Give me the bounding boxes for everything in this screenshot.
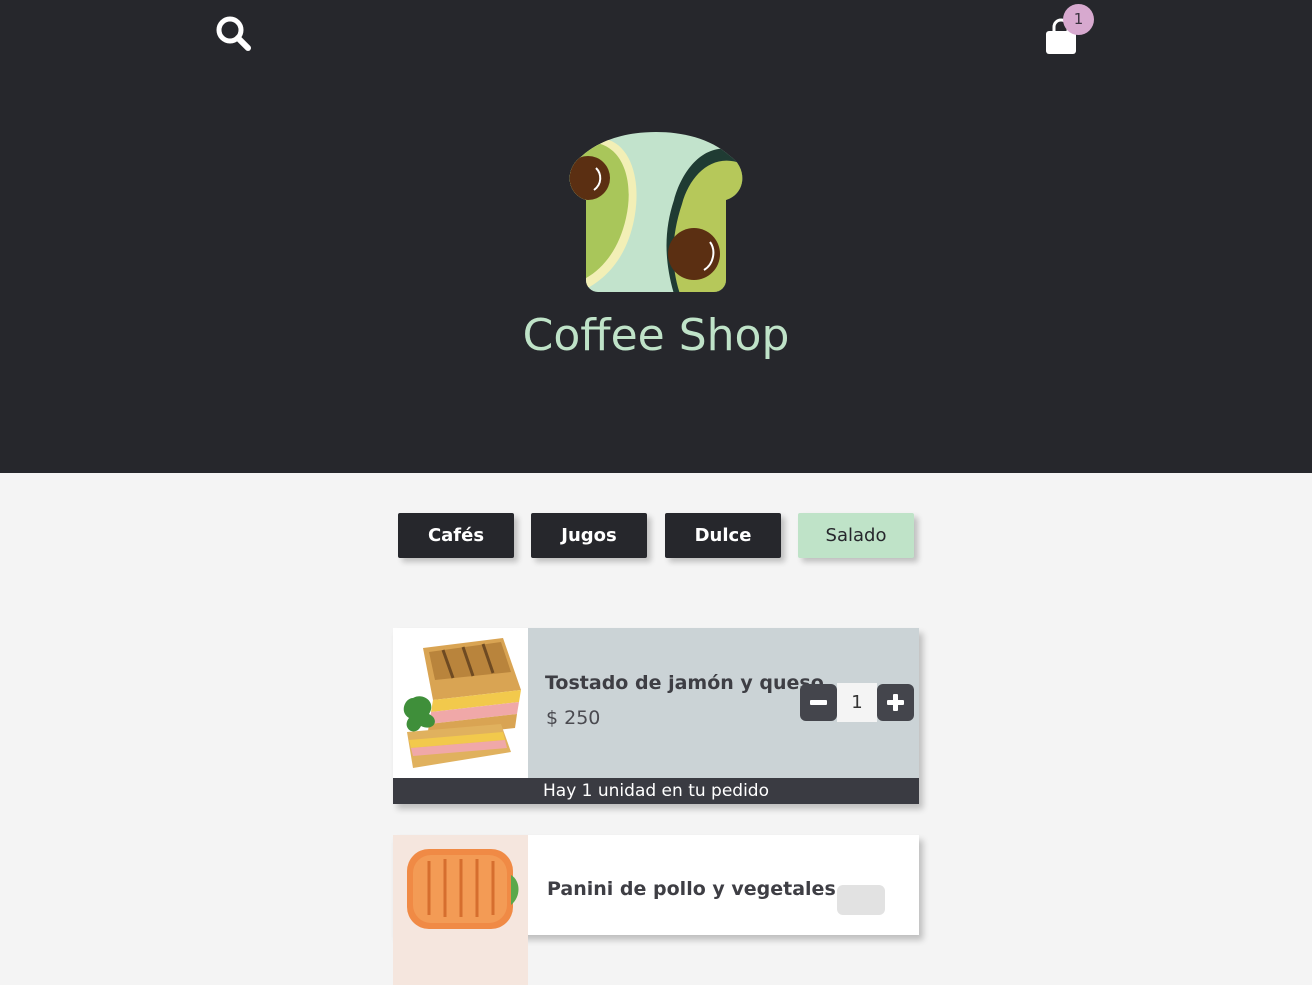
add-button[interactable] [837,885,885,915]
order-status-bar: Hay 1 unidad en tu pedido [393,778,919,804]
tab-cafes[interactable]: Cafés [398,513,514,558]
product-card: Tostado de jamón y queso $ 250 1 Hay 1 u… [393,628,919,804]
plus-icon [887,694,904,711]
quantity-value[interactable]: 1 [837,683,877,722]
toasted-sandwich-image [393,628,528,778]
tab-dulce[interactable]: Dulce [665,513,781,558]
category-tabs: Cafés Jugos Dulce Salado [398,513,918,559]
panini-image [393,835,528,985]
minus-icon [810,700,827,705]
decrease-quantity-button[interactable] [800,684,837,721]
search-icon [216,16,251,51]
product-name: Tostado de jamón y queso [545,672,824,694]
search-button[interactable] [214,14,254,54]
site-title: Coffee Shop [522,310,790,361]
cart-count-badge: 1 [1063,4,1094,35]
tab-jugos[interactable]: Jugos [531,513,647,558]
site-header: 1 Coffee Shop [0,0,1312,473]
avocado-toast-logo [564,130,748,294]
product-card: Panini de pollo y vegetales [393,835,919,985]
tab-salado[interactable]: Salado [798,513,914,558]
product-price: $ 250 [546,707,601,729]
increase-quantity-button[interactable] [877,684,914,721]
product-name: Panini de pollo y vegetales [547,878,836,900]
